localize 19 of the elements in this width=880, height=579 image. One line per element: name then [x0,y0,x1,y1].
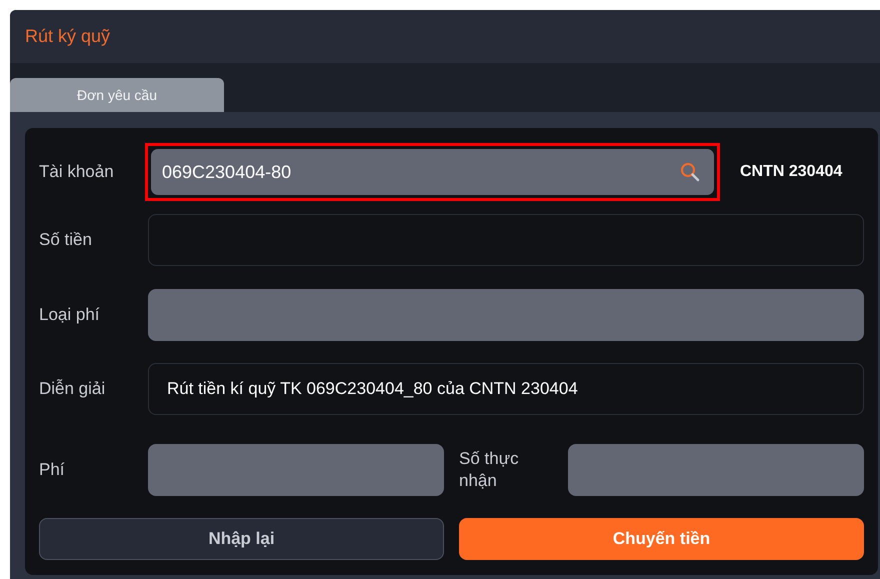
input-field[interactable] [148,289,864,341]
field-label: Tài khoản [39,162,115,182]
account-field[interactable]: 069C230404-80 [151,149,714,195]
input-field[interactable] [148,444,444,496]
field-label: Loại phí [39,305,100,325]
field-value: 069C230404-80 [162,162,292,182]
window-title: Rút ký quỹ [25,26,110,47]
field-label: Số thực nhận [459,448,520,492]
input-field[interactable]: Rút tiền kí quỹ TK 069C230404_80 của CNTN 230404 [148,363,864,415]
transfer-button[interactable]: Chuyến tiền [459,518,864,560]
input-field[interactable] [148,214,864,266]
reset-button[interactable]: Nhập lại [39,518,444,560]
field-label: Số tiền [39,230,93,250]
input-field[interactable] [568,444,864,496]
field-label: Diễn giải [39,379,106,399]
field-value: Rút tiền kí quỹ TK 069C230404_80 của CNTN 230404 [167,379,578,399]
search-icon[interactable] [680,162,700,182]
account-owner: CNTN 230404 [740,163,842,181]
field-label: Phí [39,460,66,480]
